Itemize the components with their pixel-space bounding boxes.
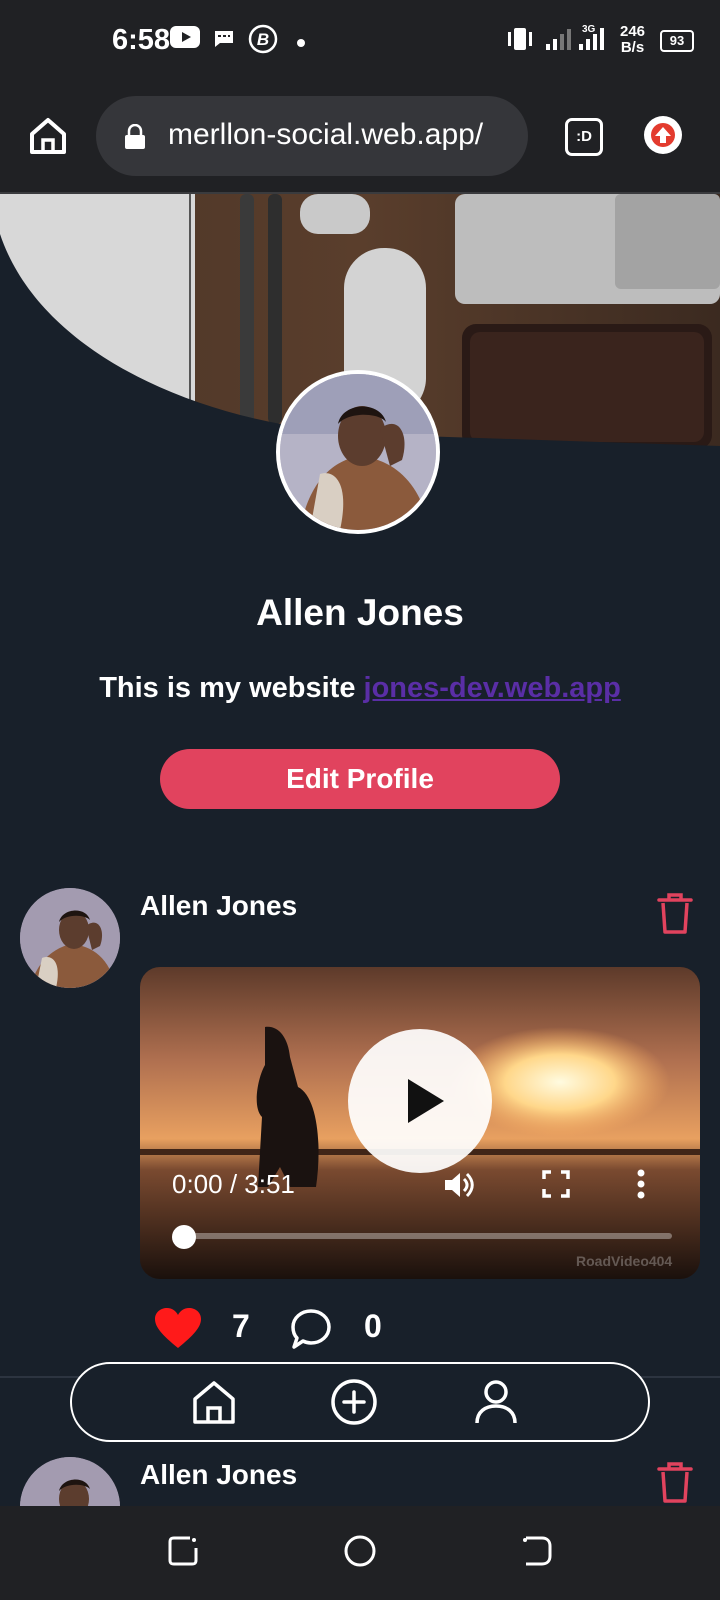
add-post-icon[interactable] bbox=[330, 1378, 378, 1431]
fullscreen-icon[interactable] bbox=[542, 1170, 570, 1203]
message-icon bbox=[214, 30, 234, 53]
home-icon[interactable] bbox=[26, 114, 70, 158]
comment-count: 0 bbox=[364, 1308, 382, 1344]
more-options-icon[interactable] bbox=[636, 1168, 646, 1205]
network-speed: 246 B/s bbox=[620, 24, 645, 56]
signal-icon bbox=[545, 26, 575, 57]
post-author-name[interactable]: Allen Jones bbox=[140, 890, 297, 922]
bio-link[interactable]: jones-dev.web.app bbox=[364, 672, 621, 704]
tab-switcher-icon[interactable]: :D bbox=[565, 118, 603, 156]
battery-icon: 93 bbox=[660, 30, 694, 52]
youtube-icon bbox=[170, 26, 200, 53]
lock-icon bbox=[124, 123, 146, 155]
profile-icon[interactable] bbox=[472, 1378, 520, 1431]
system-navigation-bar bbox=[0, 1506, 720, 1600]
bio-text: This is my website bbox=[99, 672, 364, 704]
home-icon[interactable] bbox=[190, 1378, 238, 1431]
post-author-avatar[interactable] bbox=[20, 888, 120, 988]
network-speed-unit: B/s bbox=[620, 39, 645, 56]
address-bar[interactable]: merllon-social.web.app/ bbox=[96, 96, 528, 176]
upload-extension-icon[interactable] bbox=[644, 116, 682, 154]
svg-text:3G: 3G bbox=[582, 24, 596, 35]
back-icon[interactable] bbox=[520, 1534, 554, 1573]
b-app-icon: B bbox=[248, 24, 278, 59]
video-watermark: RoadVideo404 bbox=[576, 1253, 673, 1269]
url-text: merllon-social.web.app/ bbox=[168, 118, 484, 151]
browser-toolbar: merllon-social.web.app/ :D bbox=[0, 82, 720, 194]
volume-icon[interactable] bbox=[442, 1168, 476, 1207]
network-speed-value: 246 bbox=[620, 23, 646, 40]
vibrate-icon bbox=[505, 26, 535, 57]
trash-icon[interactable] bbox=[655, 891, 695, 940]
like-count: 7 bbox=[232, 1308, 250, 1344]
bottom-navigation bbox=[70, 1362, 650, 1442]
trash-icon[interactable] bbox=[655, 1460, 695, 1509]
like-heart-icon[interactable] bbox=[154, 1307, 202, 1354]
profile-bio: This is my website jones-dev.web.app bbox=[0, 672, 720, 705]
video-time: 0:00 / 3:51 bbox=[172, 1169, 295, 1199]
dot-icon bbox=[296, 35, 306, 53]
status-bar: 6:58 B 3G 246 B/s 93 bbox=[0, 0, 720, 82]
status-time: 6:58 bbox=[112, 24, 171, 56]
post-author-name[interactable]: Allen Jones bbox=[140, 1459, 297, 1491]
video-player[interactable]: 0:00 / 3:51 RoadVideo404 bbox=[140, 967, 700, 1279]
recents-icon[interactable] bbox=[166, 1534, 200, 1573]
comment-icon[interactable] bbox=[290, 1308, 332, 1355]
edit-profile-button[interactable]: Edit Profile bbox=[160, 749, 560, 809]
profile-avatar bbox=[276, 370, 440, 534]
profile-name: Allen Jones bbox=[256, 592, 464, 633]
svg-text:B: B bbox=[257, 30, 269, 49]
video-progress-knob[interactable] bbox=[172, 1225, 196, 1249]
video-progress-track[interactable] bbox=[182, 1233, 672, 1239]
play-icon[interactable] bbox=[348, 1029, 492, 1173]
signal-3g-icon: 3G bbox=[578, 22, 608, 57]
home-circle-icon[interactable] bbox=[343, 1534, 377, 1573]
